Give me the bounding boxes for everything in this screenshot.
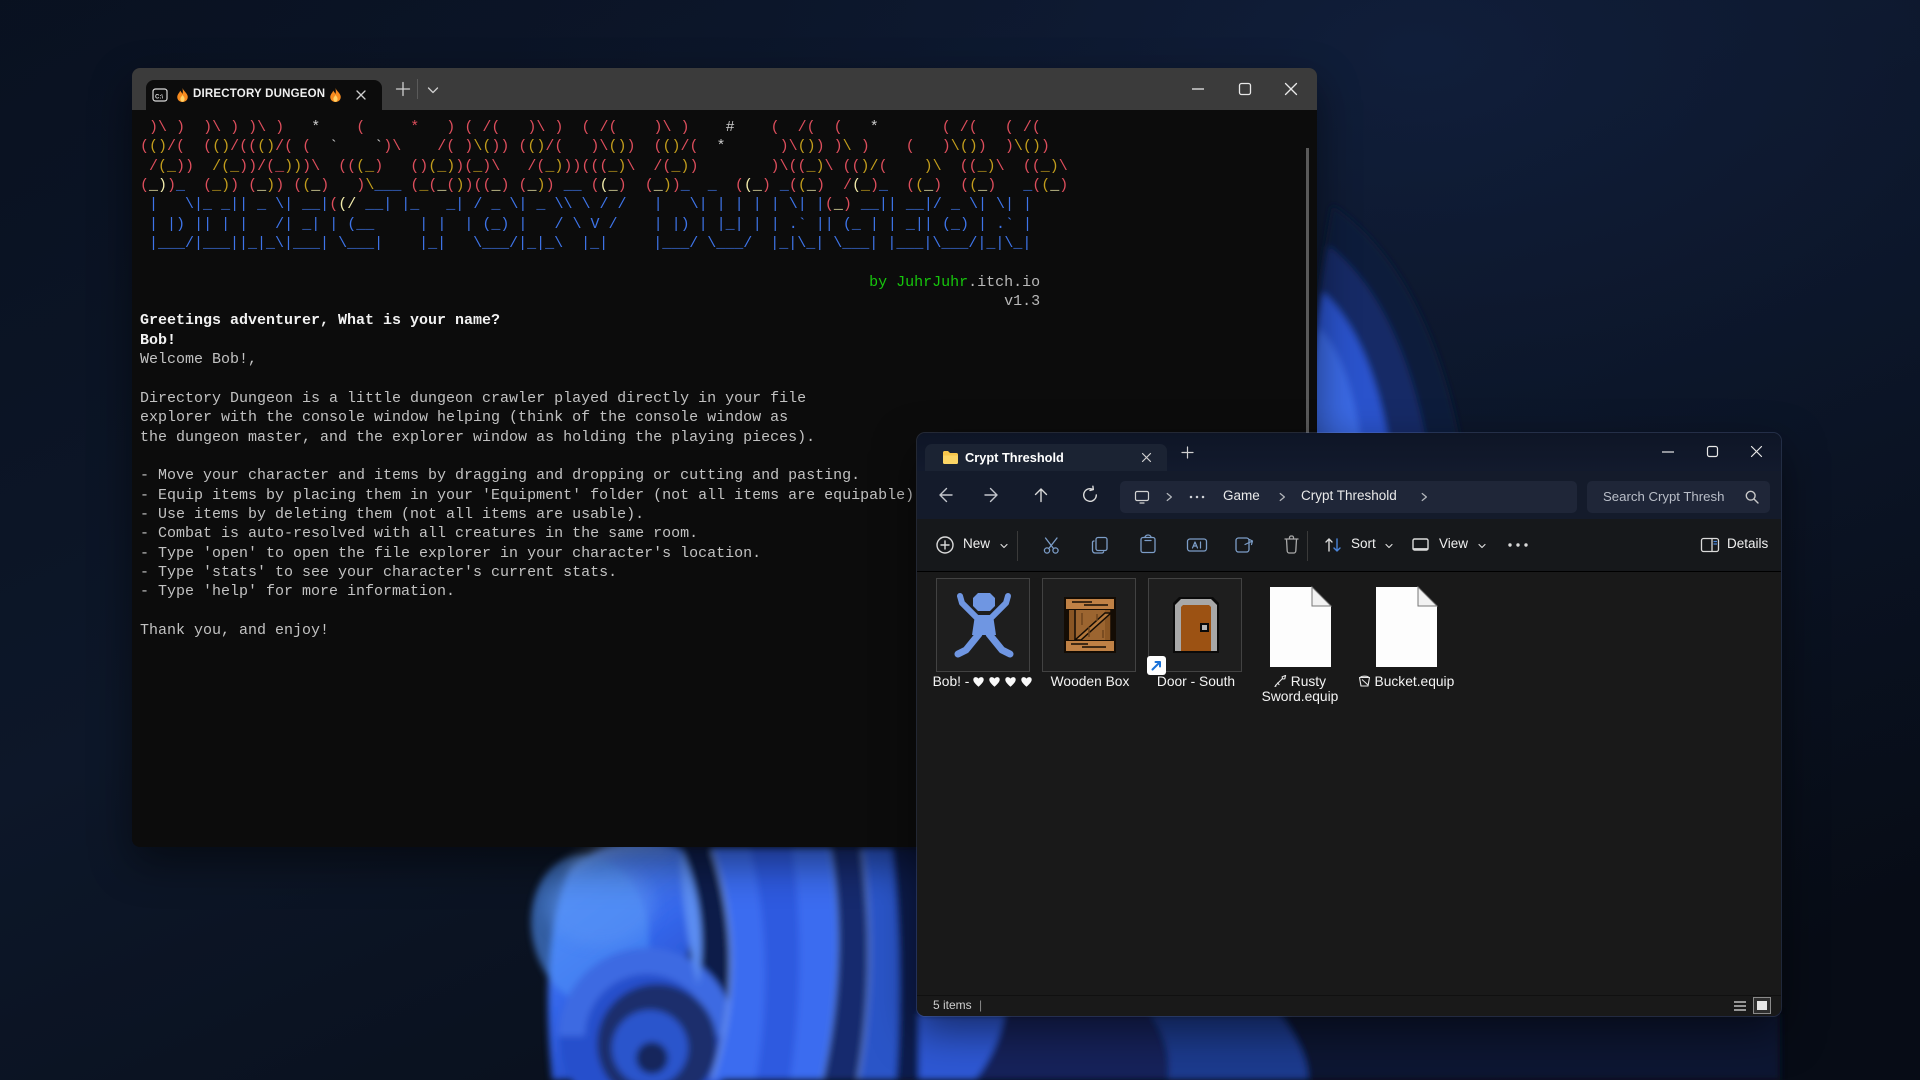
svg-text:C:\: C:\: [155, 95, 163, 101]
